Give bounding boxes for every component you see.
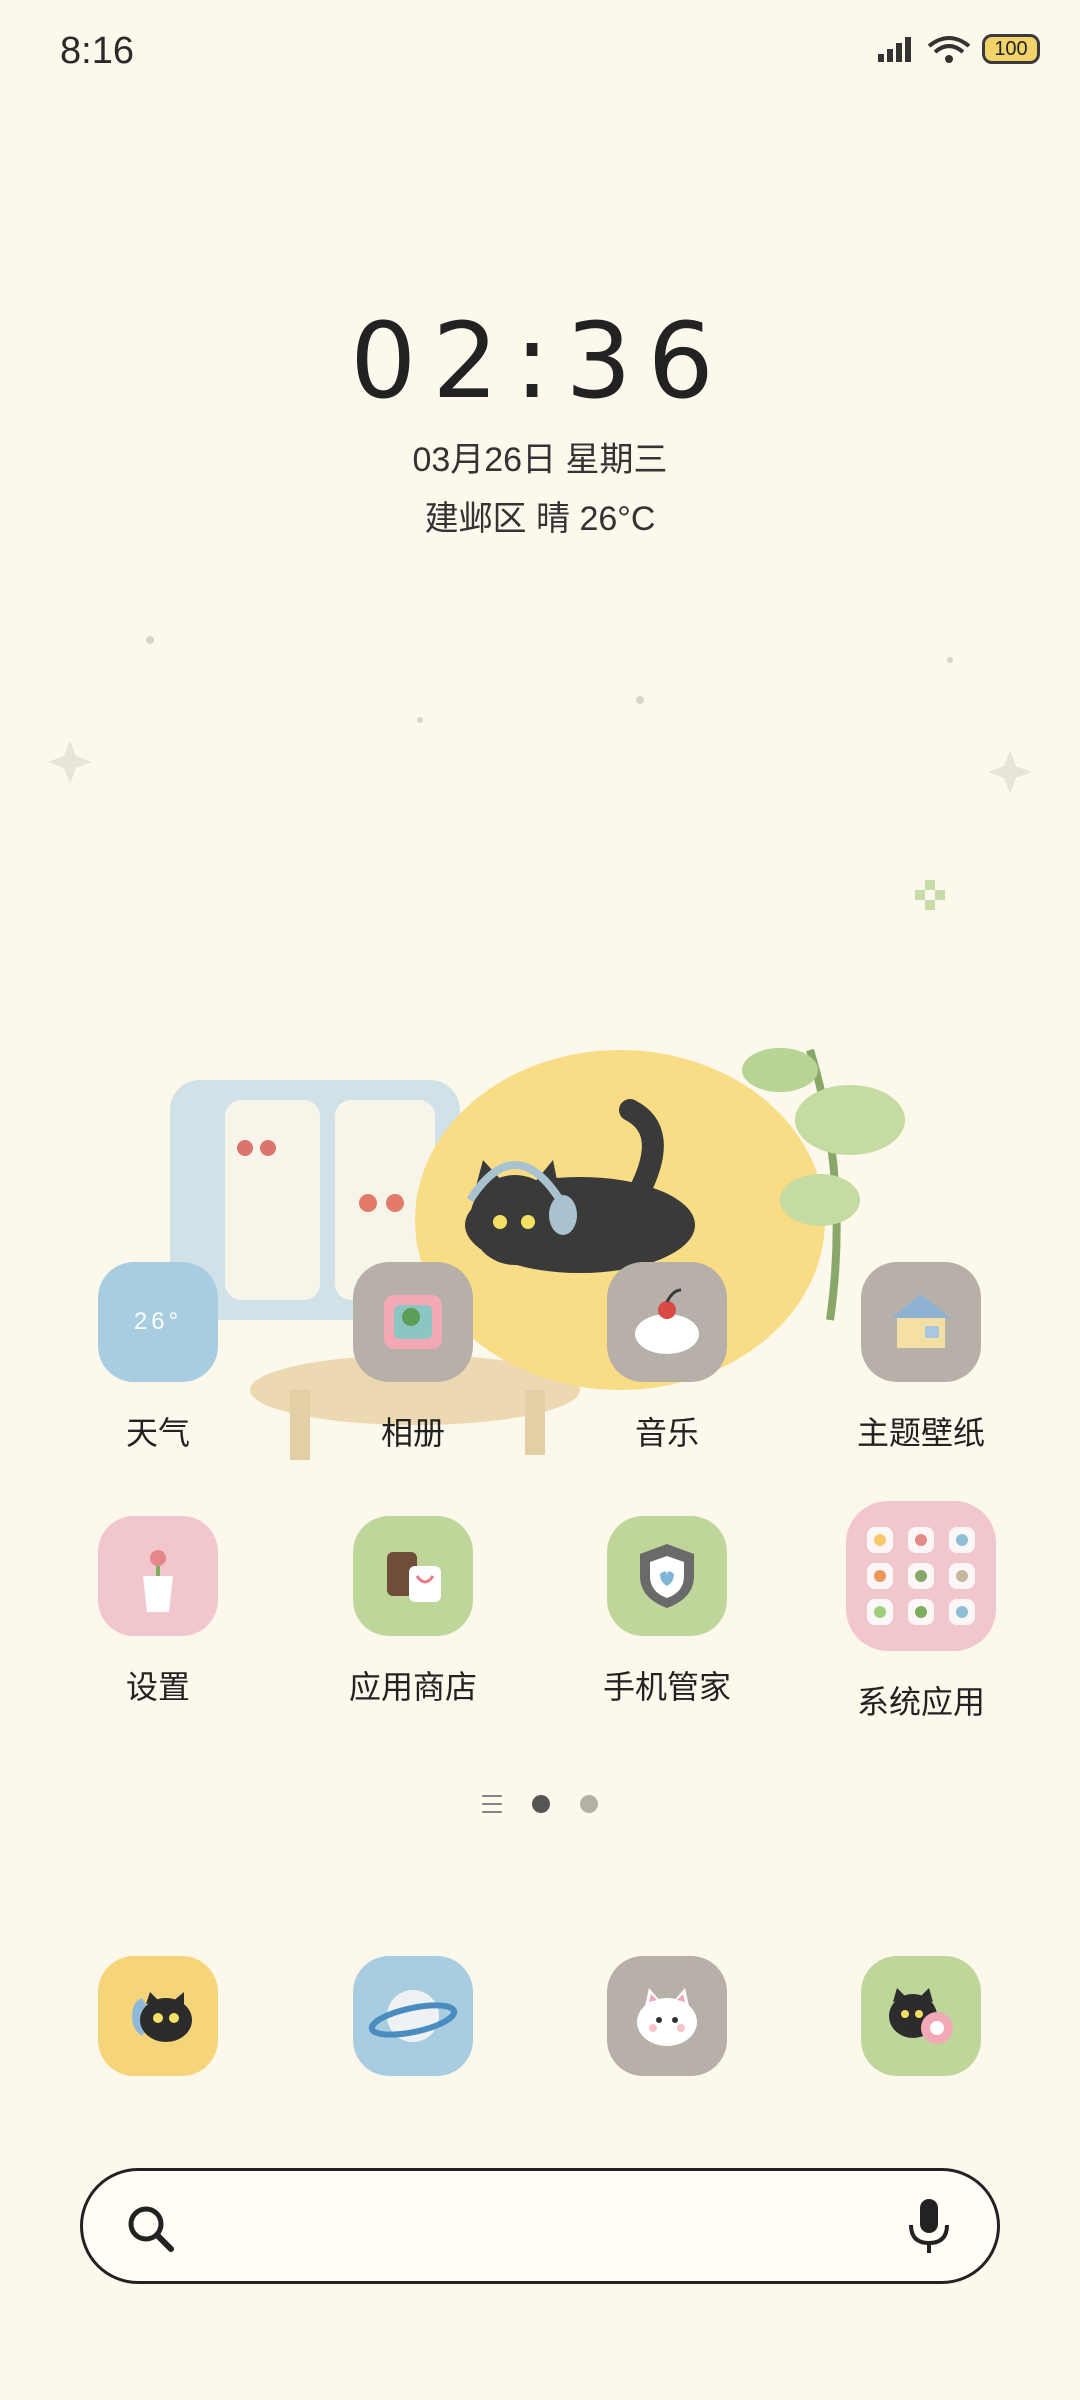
menu-lines-icon (482, 1795, 502, 1813)
app-store-icon (353, 1516, 473, 1636)
clock-weather: 建邺区 晴 26°C (424, 500, 656, 538)
battery-level: 100 (994, 37, 1028, 60)
app-phone-manager[interactable]: 手机管家 (567, 1516, 767, 1708)
dock-messages[interactable] (567, 1956, 767, 2076)
weather-icon-temp: 26° (133, 1308, 183, 1335)
app-gallery[interactable]: 相册 (313, 1262, 513, 1454)
wifi-icon (927, 36, 971, 63)
page-dot-active (532, 1795, 550, 1813)
app-weather[interactable]: 26° 天气 (58, 1262, 258, 1454)
app-themes[interactable]: 主题壁纸 (821, 1262, 1021, 1454)
app-label: 天气 (125, 1415, 190, 1451)
app-label: 应用商店 (348, 1669, 477, 1705)
search-icon[interactable] (123, 2201, 179, 2257)
app-settings[interactable]: 设置 (58, 1516, 258, 1708)
clock-time: 02:36 (350, 300, 730, 422)
app-label: 设置 (125, 1669, 190, 1705)
signal-icon (878, 37, 911, 62)
music-icon (607, 1262, 727, 1382)
camera-icon (861, 1956, 981, 2076)
phone-manager-icon (607, 1516, 727, 1636)
dock-browser[interactable] (313, 1956, 513, 2076)
battery-icon: 100 (982, 34, 1040, 64)
themes-icon (861, 1262, 981, 1382)
status-icons: 100 (876, 34, 1040, 64)
app-label: 系统应用 (856, 1684, 985, 1720)
mic-icon[interactable] (901, 2195, 957, 2259)
clock-widget[interactable]: 02:36 03月26日 星期三 建邺区 晴 26°C (0, 300, 1080, 540)
app-label: 手机管家 (602, 1669, 731, 1705)
page-dot (580, 1795, 598, 1813)
browser-icon (353, 1956, 473, 2076)
weather-icon: 26° (98, 1262, 218, 1382)
app-music[interactable]: 音乐 (567, 1262, 767, 1454)
app-label: 音乐 (634, 1415, 699, 1451)
page-indicator[interactable] (0, 1795, 1080, 1813)
system-apps-folder-icon (846, 1501, 996, 1651)
status-time: 8:16 (60, 30, 134, 72)
app-store[interactable]: 应用商店 (313, 1516, 513, 1708)
app-system-folder[interactable]: 系统应用 (821, 1501, 1021, 1723)
gallery-icon (353, 1262, 473, 1382)
search-bar[interactable] (80, 2168, 1000, 2284)
clock-date: 03月26日 星期三 (412, 441, 668, 479)
dock-camera[interactable] (821, 1956, 1021, 2076)
settings-icon (98, 1516, 218, 1636)
messages-icon (607, 1956, 727, 2076)
dock-phone[interactable] (58, 1956, 258, 2076)
app-label: 主题壁纸 (856, 1415, 985, 1451)
app-label: 相册 (380, 1415, 445, 1451)
phone-icon (98, 1956, 218, 2076)
status-bar: 8:16 100 (0, 0, 1080, 110)
